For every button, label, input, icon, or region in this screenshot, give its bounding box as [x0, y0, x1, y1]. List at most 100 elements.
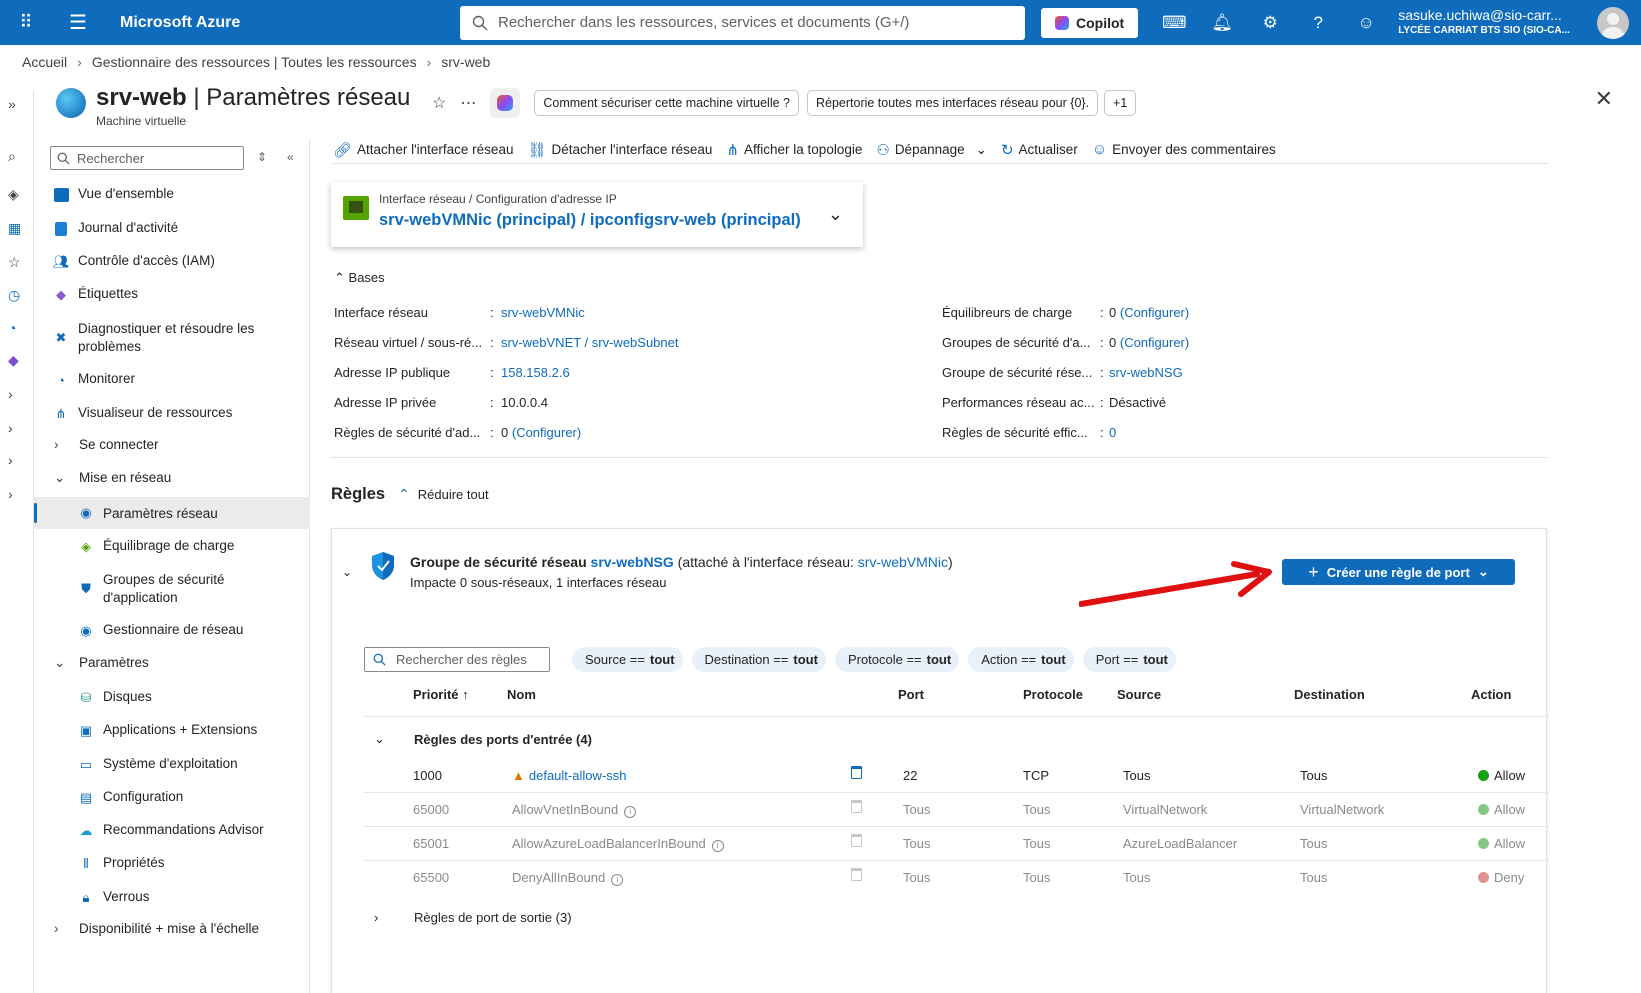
collapse-menu-icon[interactable]: « — [287, 150, 294, 164]
rail-resource-icon[interactable]: ◈ — [8, 186, 19, 203]
info-icon[interactable]: i — [711, 840, 724, 852]
expand-rail-icon[interactable]: » — [8, 96, 16, 112]
column-header-port[interactable]: Port — [898, 687, 924, 702]
more-options-icon[interactable]: ⋯ — [460, 93, 476, 113]
menu-item-iam[interactable]: 👥︎ Contrôle d'accès (IAM) — [34, 253, 310, 271]
filter-protocol[interactable]: Protocole == tout — [834, 647, 960, 672]
configure-link[interactable]: (Configurer) — [1120, 335, 1189, 350]
cloud-shell-icon[interactable]: ⌨ — [1150, 13, 1198, 33]
menu-item-configuration[interactable]: ▤ Configuration — [34, 789, 310, 807]
rules-search-input[interactable]: Rechercher des règles — [364, 647, 550, 672]
menu-group-connect[interactable]: › Se connecter — [34, 437, 310, 452]
column-header-action[interactable]: Action — [1471, 687, 1511, 702]
menu-item-properties[interactable]: ⦀ Propriétés — [34, 855, 310, 873]
rail-favorites-icon[interactable]: ☆ — [8, 254, 21, 271]
sort-icon[interactable]: ⇕ — [257, 150, 267, 164]
nic-ipconfig-selector[interactable]: Interface réseau / Configuration d'adres… — [331, 182, 863, 247]
copilot-button[interactable]: Copilot — [1041, 7, 1139, 38]
attach-nic-button[interactable]: 🔗︎ Attacher l'interface réseau — [333, 141, 513, 159]
menu-group-settings[interactable]: ⌄ Paramètres — [34, 655, 310, 671]
column-header-protocol[interactable]: Protocole — [1023, 687, 1083, 702]
attached-nic-link[interactable]: srv-webVMNic — [858, 554, 948, 570]
menu-group-availability[interactable]: › Disponibilité + mise à l'échelle — [34, 921, 310, 936]
outbound-rules-group[interactable]: › Règles de port de sortie (3) — [364, 910, 572, 925]
vnet-subnet-link[interactable]: srv-webVNET / srv-webSubnet — [501, 335, 679, 350]
column-header-priority[interactable]: Priorité ↑ — [413, 687, 469, 702]
send-feedback-button[interactable]: ☺ Envoyer des commentaires — [1092, 141, 1276, 158]
menu-item-load-balancing[interactable]: ◈ Équilibrage de charge — [34, 538, 310, 556]
suggestion-pill[interactable]: Comment sécuriser cette machine virtuell… — [534, 90, 799, 116]
menu-item-tags[interactable]: ◆ Étiquettes — [34, 286, 310, 304]
app-launcher-icon[interactable]: ⠿ — [0, 12, 52, 33]
create-port-rule-button[interactable]: + Créer une règle de port ⌄ — [1282, 559, 1515, 585]
troubleshoot-dropdown[interactable]: ⚇ Dépannage ⌄ — [876, 141, 987, 159]
menu-item-disks[interactable]: ⛁ Disques — [34, 689, 310, 707]
info-icon[interactable]: i — [611, 874, 624, 886]
detach-nic-button[interactable]: ⛓ Détacher l'interface réseau — [527, 141, 712, 159]
help-icon[interactable]: ? — [1294, 13, 1342, 33]
menu-item-extensions[interactable]: ▣ Applications + Extensions — [34, 722, 310, 740]
menu-item-diagnose[interactable]: ✖ Diagnostiquer et résoudre les problèmes — [34, 320, 284, 356]
chevron-down-icon[interactable]: ⌄ — [828, 204, 843, 225]
settings-gear-icon[interactable]: ⚙ — [1246, 13, 1294, 33]
global-search-input[interactable]: Rechercher dans les ressources, services… — [460, 5, 1025, 40]
menu-item-activity-log[interactable]: Journal d'activité — [34, 220, 310, 238]
column-header-name[interactable]: Nom — [507, 687, 536, 702]
notifications-icon[interactable]: 🔔︎ — [1198, 13, 1246, 33]
portal-menu-icon[interactable]: ☰ — [52, 10, 104, 35]
close-icon[interactable]: ✕ — [1595, 86, 1613, 112]
inbound-rules-group[interactable]: ⌄ Règles des ports d'entrée (4) — [364, 731, 592, 747]
rail-chevron-icon[interactable]: › — [8, 486, 13, 502]
filter-source[interactable]: Source == tout — [572, 647, 683, 672]
delete-icon[interactable] — [851, 766, 862, 779]
menu-item-app-security-groups[interactable]: ⛊ Groupes de sécurité d'application — [34, 571, 264, 607]
effective-rules-link[interactable]: 0 — [1109, 425, 1116, 440]
copilot-suggestions-button[interactable] — [490, 88, 521, 118]
avatar[interactable] — [1597, 7, 1629, 39]
rail-all-resources-icon[interactable]: ▦ — [8, 220, 21, 237]
rail-chevron-icon[interactable]: › — [8, 452, 13, 468]
menu-item-network-manager[interactable]: ◉ Gestionnaire de réseau — [34, 622, 310, 640]
more-suggestions-pill[interactable]: +1 — [1104, 90, 1137, 116]
nsg-link[interactable]: srv-webNSG — [1109, 365, 1183, 380]
essentials-toggle[interactable]: ⌃ Bases — [334, 270, 385, 286]
menu-search-input[interactable]: Rechercher — [50, 146, 244, 170]
configure-link[interactable]: (Configurer) — [1120, 305, 1189, 320]
rail-monitor-icon[interactable]: ◔ — [8, 320, 16, 336]
menu-item-overview[interactable]: Vue d'ensemble — [34, 186, 310, 204]
filter-destination[interactable]: Destination == tout — [691, 647, 826, 672]
menu-item-network-settings[interactable]: ◉ Paramètres réseau — [34, 497, 310, 529]
rail-search-icon[interactable]: ⌕ — [8, 148, 16, 165]
rail-recent-icon[interactable]: ◷ — [8, 287, 20, 304]
breadcrumb-home[interactable]: Accueil — [22, 54, 67, 70]
chevron-down-icon[interactable]: ⌄ — [342, 565, 352, 579]
menu-item-operating-system[interactable]: ▭ Système d'exploitation — [34, 756, 310, 774]
info-icon[interactable]: i — [624, 806, 637, 818]
portal-brand[interactable]: Microsoft Azure — [120, 14, 460, 32]
menu-item-monitor[interactable]: ◔ Monitorer — [34, 371, 310, 389]
rail-chevron-icon[interactable]: › — [8, 420, 13, 436]
menu-group-networking[interactable]: ⌄ Mise en réseau — [34, 470, 310, 486]
breadcrumb-srv-web[interactable]: srv-web — [441, 54, 490, 70]
menu-item-locks[interactable]: 🔒︎ Verrous — [34, 889, 310, 907]
menu-item-advisor[interactable]: ☁ Recommandations Advisor — [34, 822, 310, 840]
breadcrumb-resource-manager[interactable]: Gestionnaire des ressources | Toutes les… — [92, 54, 417, 70]
configure-link[interactable]: (Configurer) — [512, 425, 581, 440]
rule-name-link[interactable]: default-allow-ssh — [529, 768, 627, 783]
column-header-destination[interactable]: Destination — [1294, 687, 1365, 702]
collapse-all-button[interactable]: ⌃ Réduire tout — [398, 486, 489, 503]
filter-action[interactable]: Action == tout — [968, 647, 1074, 672]
rail-tag-icon[interactable]: ◆ — [8, 352, 19, 369]
refresh-button[interactable]: ↻ Actualiser — [1001, 141, 1078, 159]
rail-chevron-icon[interactable]: › — [8, 386, 13, 402]
menu-item-resource-visualizer[interactable]: ⋔ Visualiseur de ressources — [34, 405, 310, 423]
public-ip-link[interactable]: 158.158.2.6 — [501, 365, 570, 380]
view-topology-button[interactable]: ⋔ Afficher la topologie — [726, 141, 862, 159]
suggestion-pill[interactable]: Répertorie toutes mes interfaces réseau … — [806, 90, 1099, 116]
favorite-star-icon[interactable]: ☆ — [432, 93, 446, 113]
account-menu[interactable]: sasuke.uchiwa@sio-carr... LYCÉE CARRIAT … — [1398, 7, 1570, 38]
feedback-icon[interactable]: ☺ — [1342, 13, 1390, 33]
filter-port[interactable]: Port == tout — [1082, 647, 1176, 672]
nic-link[interactable]: srv-webVMNic — [501, 305, 585, 320]
nsg-name-link[interactable]: srv-webNSG — [591, 554, 674, 570]
